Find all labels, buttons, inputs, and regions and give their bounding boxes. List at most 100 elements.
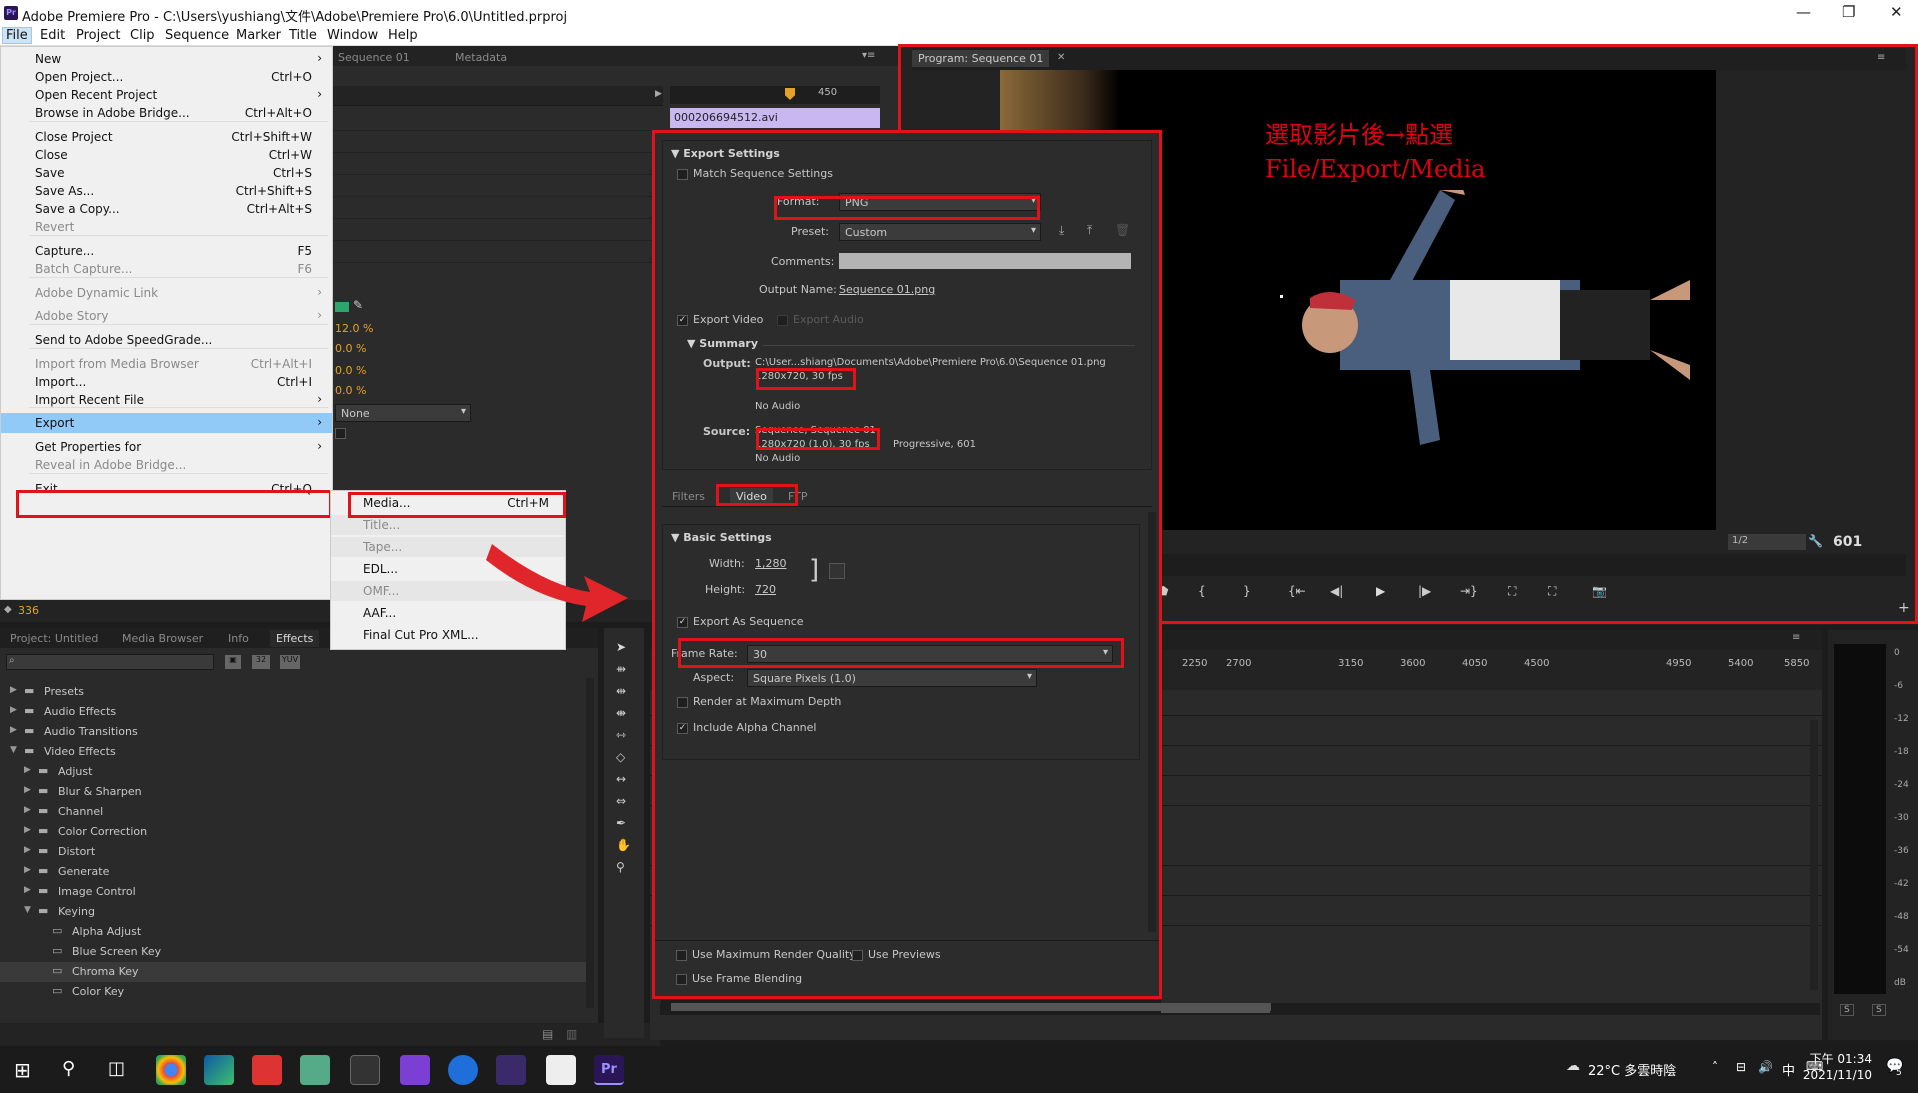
expand-icon[interactable]: ▶ [24, 845, 31, 855]
file-menu-item-capture[interactable]: Capture... F5 [1, 241, 332, 261]
file-menu-item-revert[interactable]: Revert [1, 217, 332, 237]
effects-search-input[interactable]: ⌕ [6, 654, 214, 670]
file-menu-item-import[interactable]: Import... Ctrl+I [1, 372, 332, 392]
selection-tool-icon[interactable]: ➤ [616, 640, 626, 654]
file-menu-item-batch-capture[interactable]: Batch Capture... F6 [1, 259, 332, 279]
timecode[interactable]: 336 [18, 604, 39, 617]
weather-text[interactable]: 22°C 多雲時陰 [1588, 1060, 1676, 1079]
effects-tree-item[interactable]: ▶ ▬ Adjust [0, 762, 586, 782]
network-icon[interactable]: ⊟ [1736, 1060, 1746, 1074]
expand-icon[interactable]: ▶ [10, 705, 17, 715]
yuv-effects-icon[interactable]: YUV [280, 655, 300, 669]
file-menu-item-new[interactable]: New › [1, 49, 332, 69]
expand-icon[interactable]: ▶ [10, 685, 17, 695]
expand-icon[interactable]: ▶ [24, 765, 31, 775]
color-swatch[interactable] [335, 302, 349, 312]
effects-tree-item[interactable]: ▭ Alpha Adjust [0, 922, 586, 942]
expand-icon[interactable]: ▶ [10, 725, 17, 735]
ripple-edit-icon[interactable]: ⇹ [616, 684, 626, 698]
chrome-icon[interactable] [156, 1055, 186, 1085]
file-menu-item-open-recent-project[interactable]: Open Recent Project › [1, 85, 332, 105]
bottom-hscroll[interactable] [661, 1000, 1271, 1014]
slide-icon[interactable]: ⇔ [616, 794, 626, 808]
tab-info[interactable]: Info [228, 632, 249, 645]
rate-stretch-icon[interactable]: ⇿ [616, 728, 626, 742]
tab-sequence-01[interactable]: Sequence 01 [338, 51, 410, 64]
clock-time[interactable]: 下午 01:34 [1808, 1050, 1872, 1067]
solo-button-left[interactable]: S [1840, 1004, 1854, 1016]
menu-sequence[interactable]: Sequence [165, 28, 229, 43]
clock-date[interactable]: 2021/11/10 [1798, 1068, 1872, 1082]
clip-bar[interactable]: 000206694512.avi [670, 108, 880, 128]
menu-edit[interactable]: Edit [40, 28, 65, 43]
expand-icon[interactable]: ▶ [24, 825, 31, 835]
panel-menu-icon[interactable]: ▾≡ [862, 50, 875, 61]
menu-marker[interactable]: Marker [236, 28, 281, 43]
menu-clip[interactable]: Clip [130, 28, 155, 43]
razor-icon[interactable]: ◇ [616, 750, 625, 764]
effects-tree-item[interactable]: ▶ ▬ Color Correction [0, 822, 586, 842]
minimize-button[interactable]: — [1796, 3, 1811, 21]
edge-icon[interactable] [204, 1055, 234, 1085]
photos-icon[interactable] [300, 1055, 330, 1085]
effects-scrollbar[interactable] [586, 678, 594, 1008]
playhead-icon[interactable] [785, 88, 795, 100]
slip-icon[interactable]: ↔ [616, 772, 626, 786]
ec-value-4[interactable]: 0.0 % [335, 384, 366, 397]
menu-window[interactable]: Window [327, 28, 378, 43]
file-menu-item-get-properties-for[interactable]: Get Properties for › [1, 437, 332, 457]
task-view-icon[interactable]: ◫ [108, 1058, 125, 1079]
tab-metadata[interactable]: Metadata [455, 51, 507, 64]
menu-file[interactable]: File [2, 27, 32, 44]
tab-project[interactable]: Project: Untitled [10, 632, 98, 645]
collapse-icon[interactable]: ▼ [10, 745, 17, 755]
effects-tree-item[interactable]: ▶ ▬ Image Control [0, 882, 586, 902]
file-menu-item-open-project[interactable]: Open Project... Ctrl+O [1, 67, 332, 87]
ec-value-2[interactable]: 0.0 % [335, 342, 366, 355]
file-menu-item-save[interactable]: Save Ctrl+S [1, 163, 332, 183]
visual-studio-icon[interactable] [400, 1055, 430, 1085]
eyedropper-icon[interactable]: ✎ [353, 298, 363, 312]
accelerated-effects-icon[interactable]: ▣ [225, 655, 241, 669]
timeline-menu-icon[interactable]: ≡ [1792, 632, 1800, 643]
premiere-taskbar-icon[interactable]: Pr [594, 1055, 624, 1085]
ime-indicator[interactable]: 中 [1782, 1060, 1795, 1079]
tray-chevron-icon[interactable]: ˄ [1712, 1060, 1718, 1074]
expand-icon[interactable]: ▶ [24, 865, 31, 875]
expand-icon[interactable]: ▶ [24, 785, 31, 795]
ec-value-1[interactable]: 12.0 % [335, 322, 373, 335]
file-menu-item-import-from-media-browser[interactable]: Import from Media Browser Ctrl+Alt+I [1, 354, 332, 374]
pen-icon[interactable]: ✒ [616, 816, 626, 830]
zoom-icon[interactable]: ⚲ [616, 860, 625, 874]
expand-icon[interactable]: ▶ [24, 885, 31, 895]
file-menu-item-save-a-copy[interactable]: Save a Copy... Ctrl+Alt+S [1, 199, 332, 219]
file-menu-item-adobe-dynamic-link[interactable]: Adobe Dynamic Link › [1, 283, 332, 303]
file-menu-item-reveal-in-adobe-bridge[interactable]: Reveal in Adobe Bridge... [1, 455, 332, 475]
effects-tree-item[interactable]: ▶ ▬ Channel [0, 802, 586, 822]
effects-tree-item[interactable]: ▶ ▬ Presets [0, 682, 586, 702]
maps-icon[interactable] [448, 1055, 478, 1085]
expand-icon[interactable]: ▶ [24, 805, 31, 815]
hand-icon[interactable]: ✋ [616, 838, 631, 852]
play-only-icon[interactable]: ▶ [655, 89, 662, 99]
paint-icon[interactable] [252, 1055, 282, 1085]
effects-tree-item[interactable]: ▭ Color Key [0, 982, 586, 1002]
effects-tree-item[interactable]: ▶ ▬ Audio Effects [0, 702, 586, 722]
file-menu-item-close[interactable]: Close Ctrl+W [1, 145, 332, 165]
media-encoder-icon[interactable] [496, 1055, 526, 1085]
file-menu-item-browse-in-adobe-bridge[interactable]: Browse in Adobe Bridge... Ctrl+Alt+O [1, 103, 332, 123]
volume-icon[interactable]: 🔊 [1758, 1060, 1773, 1074]
tab-media-browser[interactable]: Media Browser [122, 632, 203, 645]
32bit-effects-icon[interactable]: 32 [252, 655, 270, 669]
menu-help[interactable]: Help [388, 28, 418, 43]
rolling-edit-icon[interactable]: ⇼ [616, 706, 626, 720]
menu-title[interactable]: Title [289, 28, 317, 43]
export-submenu-final-cut-pro-xml[interactable]: Final Cut Pro XML... [331, 625, 565, 645]
terminal-icon[interactable] [350, 1055, 380, 1085]
effects-tree-item[interactable]: ▶ ▬ Distort [0, 842, 586, 862]
solo-button-right[interactable]: S [1872, 1004, 1886, 1016]
maximize-button[interactable]: ❐ [1842, 3, 1855, 21]
file-menu-item-save-as[interactable]: Save As... Ctrl+Shift+S [1, 181, 332, 201]
blend-mode-select[interactable]: None [335, 404, 471, 422]
weather-icon[interactable]: ☁ [1566, 1058, 1580, 1074]
